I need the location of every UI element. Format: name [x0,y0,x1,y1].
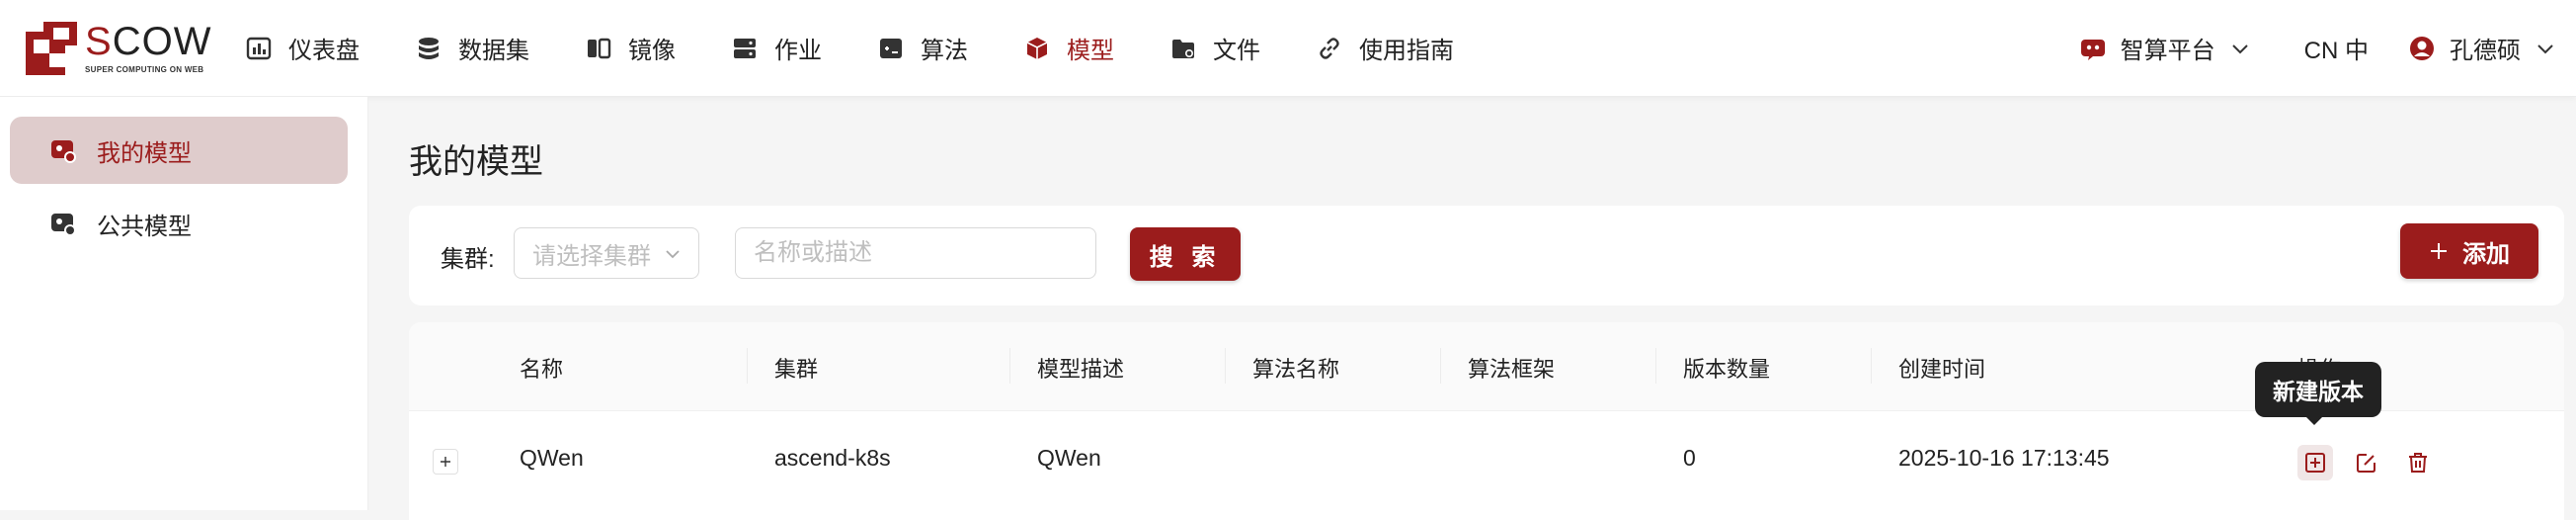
main-nav: 仪表盘 数据集 镜像 作业 算法 模型 文件 使用指南 [245,0,1509,96]
nav-item-jobs[interactable]: 作业 [731,0,822,96]
column-header-algorithm-framework: 算法框架 [1468,357,1556,382]
link-icon [1320,37,1339,59]
column-divider [747,348,748,384]
search-button[interactable]: 搜 索 [1130,227,1241,281]
cell-created-at: 2025-10-16 17:13:45 [1898,445,2110,471]
cube-icon [1026,37,1048,59]
cluster-select-placeholder: 请选择集群 [532,242,651,270]
nav-item-label: 镜像 [628,38,676,64]
column-header-cluster: 集群 [774,357,819,382]
sidebar-item-label: 公共模型 [97,213,192,240]
page-title: 我的模型 [409,143,543,181]
nav-item-label: 模型 [1067,38,1114,64]
column-header-created-at: 创建时间 [1898,357,1986,382]
cell-cluster: ascend-k8s [774,445,891,471]
nav-item-images[interactable]: 镜像 [585,0,676,96]
column-header-name: 名称 [520,357,564,382]
column-divider [1655,348,1656,384]
nav-item-datasets[interactable]: 数据集 [415,0,529,96]
nav-item-guide[interactable]: 使用指南 [1316,0,1454,96]
logo-name-initial: S [85,20,113,63]
column-header-version-count: 版本数量 [1683,357,1771,382]
chevron-down-icon [2537,43,2553,53]
user-avatar-icon [2410,36,2434,60]
new-version-tooltip: 新建版本 [2255,362,2381,417]
folder-icon [1172,39,1194,58]
cell-version-count: 0 [1683,445,1696,471]
user-name: 孔德硕 [2450,38,2521,64]
filter-bar: 集群: 请选择集群 搜 索 添加 [409,206,2564,305]
trash-icon [2409,453,2427,473]
table-header: 名称 集群 模型描述 算法名称 算法框架 版本数量 创建时间 操作 [409,322,2564,411]
column-divider [1440,348,1441,384]
edit-icon [2357,454,2375,473]
nav-item-label: 数据集 [458,38,529,64]
plus-icon [2431,243,2447,259]
database-icon [419,37,439,59]
plus-icon [441,457,450,467]
column-divider [1009,348,1010,384]
top-navigation-bar: SCOW SUPER COMPUTING ON WEB 仪表盘 数据集 镜像 作… [0,0,2576,97]
logo-tagline: SUPER COMPUTING ON WEB [85,65,204,74]
nav-item-label: 仪表盘 [288,38,360,64]
plus-square-icon [2305,453,2325,473]
nav-item-files[interactable]: 文件 [1169,0,1260,96]
nav-item-dashboard[interactable]: 仪表盘 [245,0,360,96]
image-icon [588,38,611,58]
model-icon [51,214,76,236]
chevron-down-icon [2231,43,2248,53]
sidebar-item-public-models[interactable]: 公共模型 [10,190,348,257]
models-table: 名称 集群 模型描述 算法名称 算法框架 版本数量 创建时间 操作 QWen a… [409,322,2564,520]
dashboard-icon [246,37,272,59]
robot-icon [2080,39,2105,60]
sidebar-item-label: 我的模型 [97,139,192,167]
column-header-algorithm-name: 算法名称 [1252,357,1340,382]
nav-item-label: 文件 [1213,38,1260,64]
edit-button[interactable] [2349,445,2384,480]
nav-item-label: 算法 [921,38,968,64]
delete-button[interactable] [2400,445,2436,480]
nav-item-models[interactable]: 模型 [1023,0,1114,96]
logo-name-rest: COW [112,20,212,63]
new-version-button[interactable] [2297,445,2333,480]
nav-item-label: 使用指南 [1359,38,1454,64]
cell-description: QWen [1037,445,1101,471]
column-header-description: 模型描述 [1037,357,1125,382]
cluster-select[interactable]: 请选择集群 [514,227,699,279]
add-model-button[interactable]: 添加 [2400,223,2538,279]
header-right-actions: 智算平台 CN 中 孔德硕 [2079,0,2576,96]
cluster-filter-label: 集群: [441,246,495,273]
logo-mark-icon [26,22,77,75]
add-button-label: 添加 [2462,240,2510,268]
sidebar: 我的模型 公共模型 [0,97,368,510]
scow-logo[interactable]: SCOW SUPER COMPUTING ON WEB [26,22,211,77]
model-icon [51,140,76,163]
column-divider [1871,348,1872,384]
search-input[interactable] [735,227,1096,279]
table-row: QWen ascend-k8s QWen 0 2025-10-16 17:13:… [409,411,2564,510]
cell-name: QWen [520,445,584,471]
platform-switcher[interactable]: 智算平台 [2079,31,2265,65]
job-icon [734,38,756,58]
chevron-down-icon [666,250,680,259]
nav-item-algorithms[interactable]: 算法 [877,0,968,96]
platform-label: 智算平台 [2120,38,2215,64]
language-switcher[interactable]: CN 中 [2304,31,2369,65]
nav-item-label: 作业 [774,38,822,64]
column-divider [1225,348,1226,384]
expand-row-button[interactable] [433,449,458,475]
algorithm-icon [880,38,902,58]
sidebar-item-my-models[interactable]: 我的模型 [10,117,348,184]
user-menu[interactable]: 孔德硕 [2408,31,2570,65]
language-label: CN 中 [2303,38,2369,64]
tooltip-arrow [2305,416,2323,425]
